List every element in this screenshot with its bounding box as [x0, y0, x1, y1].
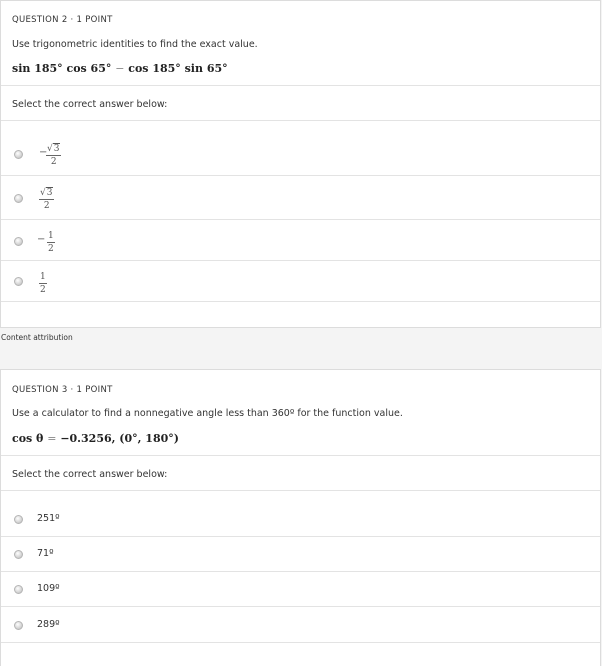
option-fraction: √3 2	[39, 187, 55, 211]
option-fraction: 1 2	[47, 231, 55, 254]
question-2-card: QUESTION 2 · 1 POINT Use trigonometric i…	[0, 0, 601, 328]
option-fraction: 1 2	[39, 272, 47, 295]
divider	[1, 536, 600, 537]
divider	[1, 120, 600, 121]
expression-part-1: sin 185° cos 65°	[12, 62, 112, 75]
radio-button[interactable]	[14, 515, 23, 524]
divider	[1, 301, 600, 302]
option-denominator: 2	[43, 201, 50, 211]
radio-button[interactable]	[14, 150, 23, 159]
divider	[1, 260, 600, 261]
expression-operator: −	[115, 62, 125, 75]
option-label: 109º	[37, 583, 60, 594]
radio-button[interactable]	[14, 277, 23, 286]
option-numerator: 3	[45, 187, 54, 198]
radio-button[interactable]	[14, 237, 23, 246]
expression-operator: =	[47, 432, 57, 445]
select-answer-label: Select the correct answer below:	[12, 99, 168, 110]
option-denominator: 2	[40, 285, 46, 295]
option-label: 251º	[37, 513, 60, 524]
question-2-header: QUESTION 2 · 1 POINT	[12, 15, 113, 25]
divider	[1, 455, 600, 456]
option-label: 289º	[37, 619, 60, 630]
question-2-expression: sin 185° cos 65° − cos 185° sin 65°	[12, 62, 228, 75]
divider	[1, 642, 600, 643]
expression-part-2: cos 185° sin 65°	[128, 62, 228, 75]
option-denominator: 2	[50, 157, 57, 167]
content-attribution-link[interactable]: Content attribution	[1, 333, 73, 342]
radio-button[interactable]	[14, 621, 23, 630]
option-sign: −	[37, 234, 46, 245]
question-3-header: QUESTION 3 · 1 POINT	[12, 385, 113, 395]
radio-button[interactable]	[14, 194, 23, 203]
divider	[1, 490, 600, 491]
expression-rhs: −0.3256, (0°, 180°)	[60, 432, 179, 445]
radio-button[interactable]	[14, 550, 23, 559]
divider	[1, 219, 600, 220]
question-2-prompt: Use trigonometric identities to find the…	[12, 39, 258, 50]
question-3-expression: cos θ = −0.3256, (0°, 180°)	[12, 432, 179, 445]
expression-lhs: cos θ	[12, 432, 44, 445]
divider	[1, 85, 600, 86]
option-denominator: 2	[48, 244, 54, 254]
divider	[1, 175, 600, 176]
option-numerator: 1	[39, 272, 47, 284]
divider	[1, 606, 600, 607]
question-3-prompt: Use a calculator to find a nonnegative a…	[12, 408, 403, 419]
option-label: 71º	[37, 548, 54, 559]
select-answer-label: Select the correct answer below:	[12, 469, 168, 480]
option-numerator: 1	[47, 231, 55, 243]
divider	[1, 571, 600, 572]
option-fraction: √3 2	[46, 143, 62, 167]
question-3-card: QUESTION 3 · 1 POINT Use a calculator to…	[0, 369, 601, 666]
radio-button[interactable]	[14, 585, 23, 594]
option-numerator: 3	[52, 143, 61, 154]
